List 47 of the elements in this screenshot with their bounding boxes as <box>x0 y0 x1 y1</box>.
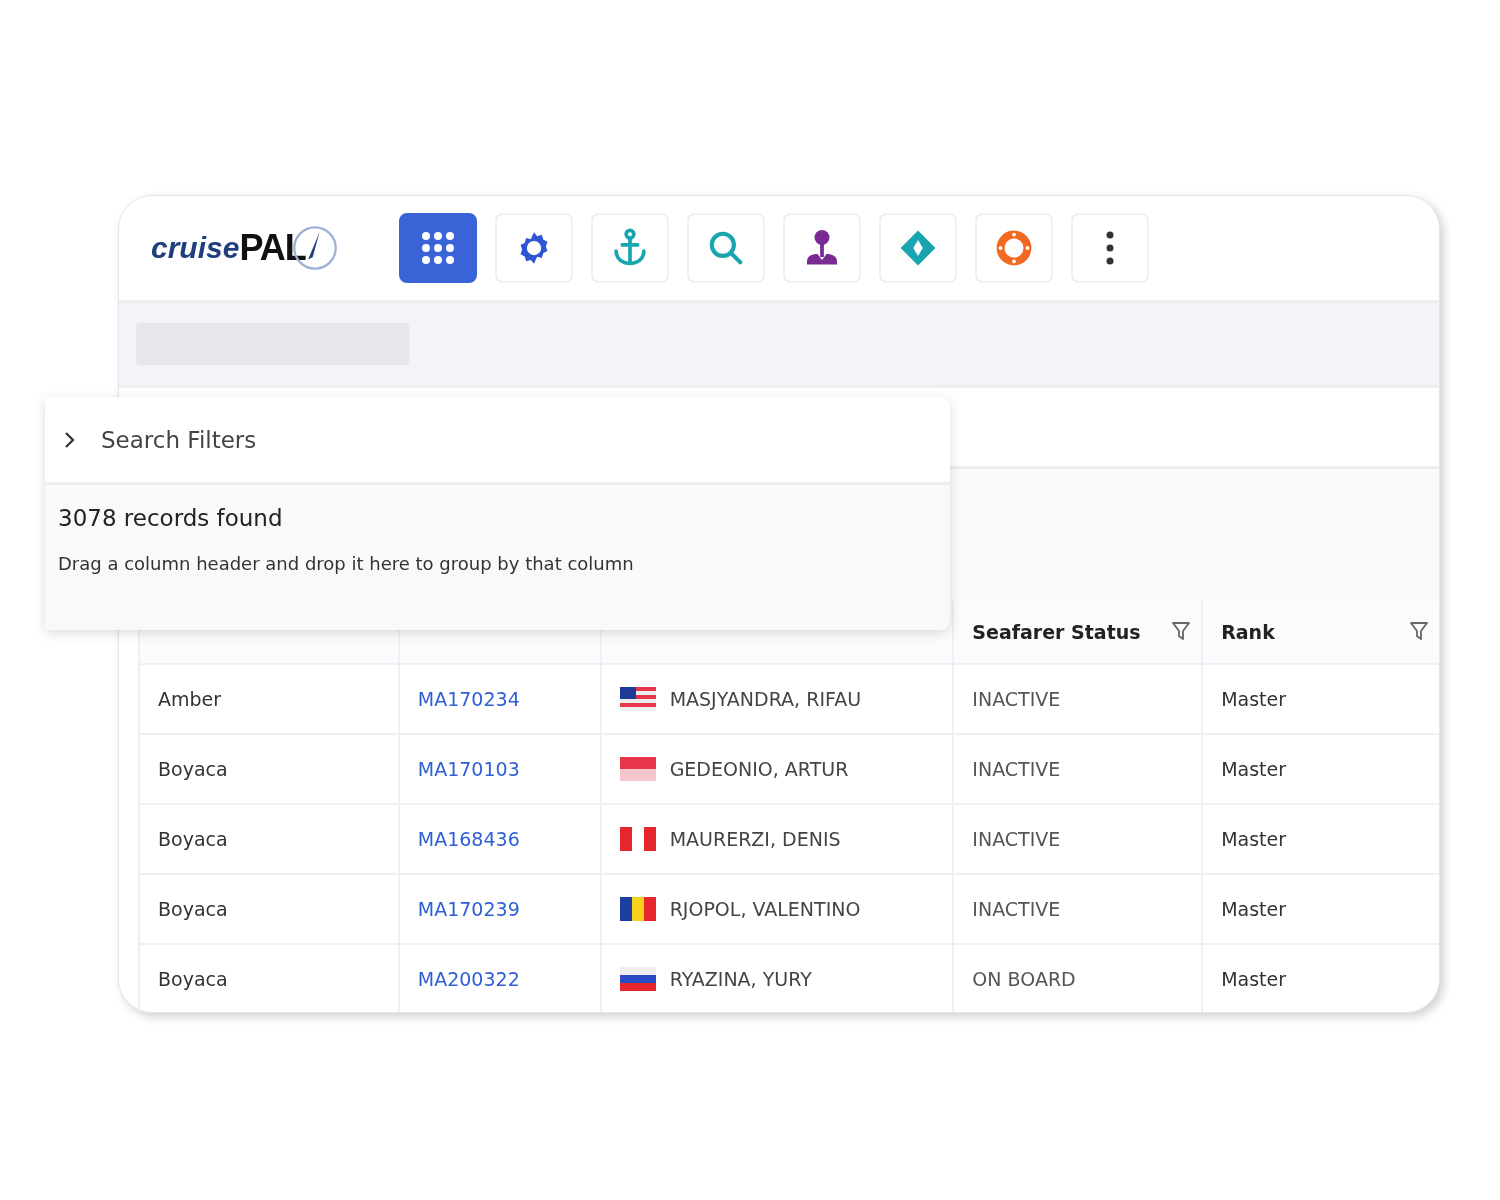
table-cell: RYAZINA, YURY <box>669 968 812 990</box>
search-icon <box>707 229 745 267</box>
chevron-icon <box>63 429 77 450</box>
table-cell: INACTIVE <box>972 828 1061 850</box>
records-count: 3078 records found <box>58 505 284 531</box>
toolbar-button[interactable] <box>399 213 477 283</box>
grid-icon <box>420 230 456 266</box>
search-filters-toggle[interactable]: Search Filters <box>45 397 950 485</box>
person-pin-icon <box>804 228 840 268</box>
flag-icon <box>619 897 656 921</box>
lifebuoy-icon <box>995 229 1033 267</box>
table-cell: Boyaca <box>158 828 228 850</box>
table-cell: Boyaca <box>158 968 228 990</box>
table-cell: GEDEONIO, ARTUR <box>669 758 849 780</box>
anchor-icon <box>611 228 649 268</box>
column-header[interactable]: Seafarer Status <box>954 601 1204 663</box>
column-header[interactable]: Rank <box>1203 601 1439 663</box>
table-cell: INACTIVE <box>972 898 1061 920</box>
employee-link[interactable]: MA168436 <box>417 828 520 850</box>
table-cell: Master <box>1221 828 1287 850</box>
table-cell: Master <box>1221 758 1287 780</box>
employee-link[interactable]: MA170103 <box>417 758 520 780</box>
table-cell: Amber <box>158 688 222 710</box>
table-cell: Master <box>1221 968 1287 990</box>
table-cell: Boyaca <box>158 758 228 780</box>
table-cell: Boyaca <box>158 898 228 920</box>
employee-link[interactable]: MA200322 <box>417 968 520 990</box>
table-cell: MAURERZI, DENIS <box>669 828 841 850</box>
employee-link[interactable]: MA170239 <box>417 898 520 920</box>
employee-link[interactable]: MA170234 <box>417 688 520 710</box>
filter-icon[interactable] <box>1171 621 1192 643</box>
table-cell: Master <box>1221 898 1287 920</box>
table-cell: MASJYANDRA, RIFAU <box>669 688 862 710</box>
filter-icon[interactable] <box>1409 621 1429 643</box>
table-cell: RJOPOL, VALENTINO <box>669 898 861 920</box>
logo: cruisePAL <box>151 225 399 271</box>
table-cell: ON BOARD <box>972 968 1076 990</box>
flag-icon <box>619 757 656 781</box>
flag-icon <box>619 687 656 711</box>
table-cell: INACTIVE <box>972 758 1061 780</box>
flag-icon <box>619 967 656 991</box>
group-hint: Drag a column header and drop it here to group by that column <box>58 553 635 574</box>
diamond-icon <box>899 229 937 267</box>
more-icon <box>1106 231 1114 265</box>
table-cell: INACTIVE <box>972 688 1061 710</box>
table-cell: Master <box>1221 688 1287 710</box>
flag-icon <box>619 827 656 851</box>
